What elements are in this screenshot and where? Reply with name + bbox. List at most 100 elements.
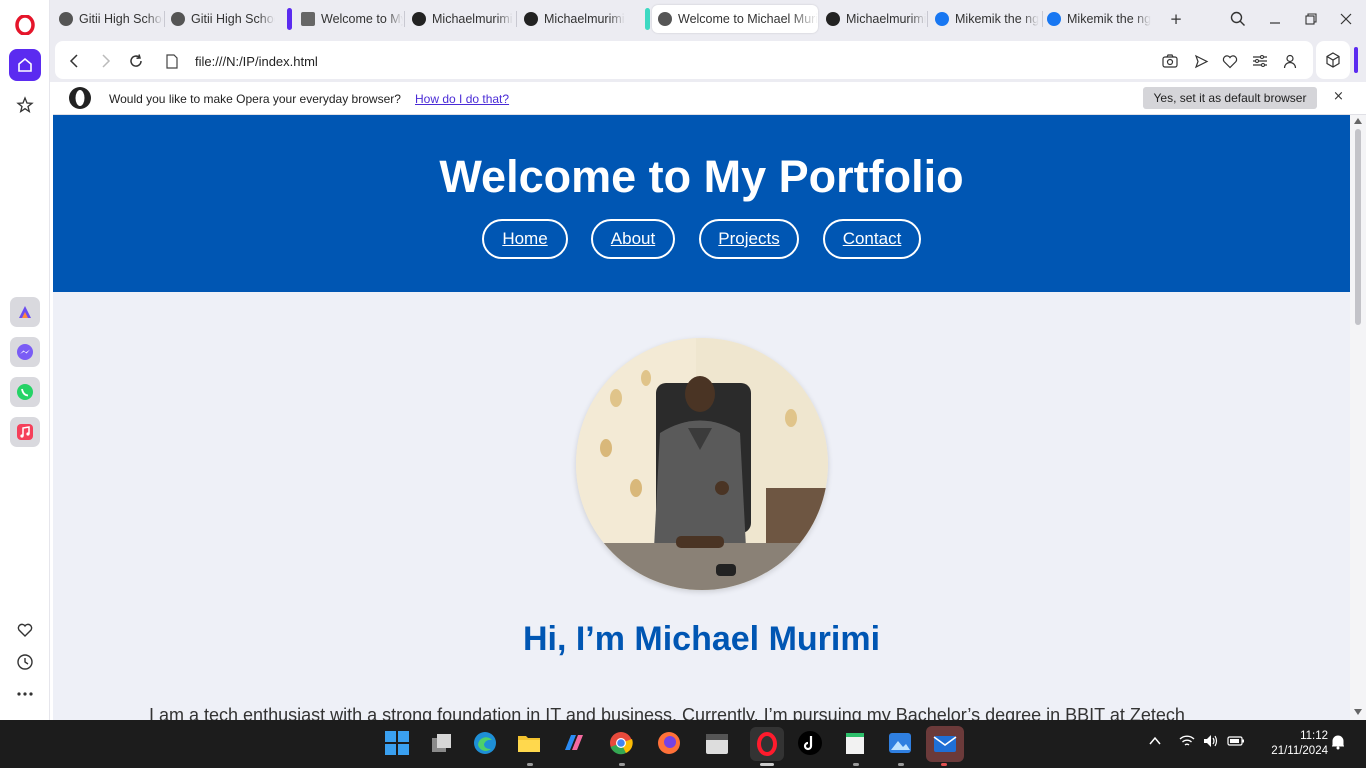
task-view-icon[interactable] [428,730,456,758]
clock-time: 11:12 [1300,730,1328,742]
set-default-button[interactable]: Yes, set it as default browser [1143,87,1317,109]
new-tab-plus-icon[interactable]: + [1162,6,1190,32]
start-windows-icon[interactable] [384,730,412,758]
messenger-icon[interactable] [10,337,40,367]
tab-facebook-2[interactable]: Mikemik the ng [1041,5,1153,33]
close-window-icon[interactable] [1332,6,1360,32]
banner-message: Would you like to make Opera your everyd… [109,92,401,106]
history-clock-icon[interactable] [12,649,38,675]
tab-github-3[interactable]: Michaelmurimi [820,5,926,33]
tab-github-2[interactable]: Michaelmurimi [518,5,628,33]
clock-date: 21/11/2024 [1271,745,1328,757]
wifi-icon[interactable] [1179,734,1195,752]
tab-gitii-2[interactable]: Gitii High School [165,5,275,33]
tab-island-marker [645,8,650,30]
tab-title: Welcome to My Portfolio [321,12,403,26]
bookmark-heart-icon[interactable] [1221,52,1239,70]
tiktok-icon[interactable] [797,730,825,758]
mail-icon[interactable] [926,726,964,762]
sidebar-accent-bar [1354,47,1358,73]
how-to-link[interactable]: How do I do that? [415,92,509,106]
minimize-icon[interactable] [1261,6,1289,32]
forward-icon[interactable] [97,52,115,70]
tab-divider [927,11,928,27]
show-hidden-icons-chevron-icon[interactable] [1149,734,1161,750]
photos-icon[interactable] [887,730,915,758]
tab-michael-murimi-active[interactable]: Welcome to Michael Murimi [652,5,818,33]
tab-facebook-1[interactable]: Mikemik the ng [929,5,1041,33]
page-scrollbar[interactable] [1350,115,1366,720]
file-explorer-icon[interactable] [516,730,544,758]
tab-divider [516,11,517,27]
aria-ai-icon[interactable] [10,297,40,327]
music-icon[interactable] [10,417,40,447]
tab-title: Gitii High School [79,12,163,26]
opera-menu-icon[interactable] [9,9,41,41]
home-icon[interactable] [9,49,41,81]
tab-title: Mikemik the ng [1067,12,1152,26]
edge-icon[interactable] [472,730,500,758]
firefox-icon[interactable] [656,730,684,758]
whatsapp-icon[interactable] [10,377,40,407]
extensions-cube-icon[interactable] [1316,41,1350,79]
notepad-icon[interactable] [842,730,870,758]
github-icon [524,12,538,26]
calendar-app-icon[interactable] [704,730,732,758]
tab-divider [404,11,405,27]
facebook-icon [1047,12,1061,26]
close-banner-icon[interactable]: × [1333,89,1344,104]
tab-portfolio[interactable]: Welcome to My Portfolio [295,5,403,33]
address-bar-area: file:///N:/IP/index.html [50,38,1366,82]
running-indicator [619,763,625,766]
tab-github-1[interactable]: Michaelmurimi [406,5,514,33]
site-title: Welcome to My Portfolio [439,151,964,202]
intro-paragraph: I am a tech enthusiast with a strong fou… [149,705,1185,720]
tab-title: Michaelmurimi [544,12,625,26]
speed-dial-star-icon[interactable] [9,89,41,121]
globe-icon [658,12,672,26]
scroll-down-icon[interactable] [1354,709,1362,715]
nav-projects-link[interactable]: Projects [699,219,799,259]
tab-search-icon[interactable] [1224,6,1252,32]
snapshot-camera-icon[interactable] [1161,52,1179,70]
account-icon[interactable] [1281,52,1299,70]
nav-contact-link[interactable]: Contact [823,219,921,259]
nav-about-link[interactable]: About [591,219,675,259]
running-indicator [527,763,533,766]
opera-logo-icon [68,86,92,113]
easy-setup-icon[interactable] [1251,52,1269,70]
globe-icon [59,12,73,26]
active-indicator [760,763,774,766]
send-icon[interactable] [1192,52,1210,70]
copilot-icon[interactable] [561,730,589,758]
restore-icon[interactable] [1297,6,1325,32]
tab-gitii-1[interactable]: Gitii High School [53,5,163,33]
opera-sidebar [0,0,50,720]
volume-icon[interactable] [1203,734,1219,752]
notification-indicator [941,763,947,766]
default-browser-banner: Would you like to make Opera your everyd… [53,82,1366,115]
tab-title: Michaelmurimi [846,12,926,26]
url-input[interactable]: file:///N:/IP/index.html [195,54,318,69]
chrome-icon[interactable] [608,730,636,758]
tab-title: Mikemik the ng [955,12,1040,26]
back-icon[interactable] [65,52,83,70]
favorites-heart-icon[interactable] [12,617,38,643]
scrollbar-thumb[interactable] [1355,129,1361,325]
tab-strip: Gitii High School Gitii High School Welc… [50,0,1366,38]
opera-taskbar-icon[interactable] [750,727,784,761]
github-icon [826,12,840,26]
reload-icon[interactable] [127,52,145,70]
github-icon [412,12,426,26]
nav-home-link[interactable]: Home [482,219,568,259]
more-options-icon[interactable] [12,681,38,707]
tab-title: Michaelmurimi [432,12,513,26]
battery-icon[interactable] [1227,734,1245,752]
running-indicator [898,763,904,766]
notifications-bell-icon[interactable] [1331,734,1345,754]
web-content: Welcome to My Portfolio Home About Proje… [53,115,1350,720]
system-clock[interactable]: 11:12 21/11/2024 [1256,729,1328,759]
scroll-up-icon[interactable] [1354,118,1362,124]
globe-icon [171,12,185,26]
file-page-icon[interactable] [163,52,181,70]
